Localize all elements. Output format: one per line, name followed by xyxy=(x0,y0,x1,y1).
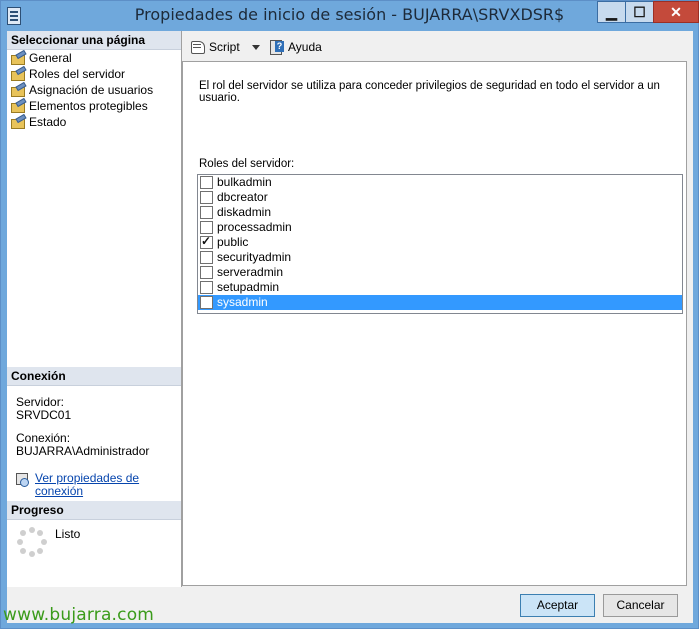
role-label: setupadmin xyxy=(217,280,280,294)
chevron-down-icon[interactable] xyxy=(251,44,260,50)
help-button[interactable]: Ayuda xyxy=(269,39,322,55)
server-value: SRVDC01 xyxy=(16,408,72,422)
minimize-button[interactable]: ▁ xyxy=(597,1,626,23)
script-label: Script xyxy=(209,40,240,54)
select-page-header: Seleccionar una página xyxy=(7,31,181,50)
page-icon xyxy=(11,68,25,81)
toolbar: Script Ayuda xyxy=(182,31,693,61)
role-row-dbcreator[interactable]: dbcreator xyxy=(198,190,682,205)
role-label: sysadmin xyxy=(217,295,268,309)
role-label: processadmin xyxy=(217,220,292,234)
role-checkbox[interactable] xyxy=(200,206,213,219)
role-row-bulkadmin[interactable]: bulkadmin xyxy=(198,175,682,190)
role-row-processadmin[interactable]: processadmin xyxy=(198,220,682,235)
page-icon xyxy=(11,52,25,65)
progress-status: Listo xyxy=(55,527,81,541)
window-title: Propiedades de inicio de sesión - BUJARR… xyxy=(134,5,565,24)
role-checkbox[interactable] xyxy=(200,191,213,204)
role-row-securityadmin[interactable]: securityadmin xyxy=(198,250,682,265)
title-bar[interactable]: Propiedades de inicio de sesión - BUJARR… xyxy=(1,1,699,31)
connection-value: BUJARRA\Administrador xyxy=(16,444,150,458)
server-roles-list[interactable]: bulkadmin dbcreator diskadmin processadm… xyxy=(197,174,683,314)
page-description: El rol del servidor se utiliza para conc… xyxy=(199,80,660,104)
role-checkbox[interactable] xyxy=(200,176,213,189)
role-row-serveradmin[interactable]: serveradmin xyxy=(198,265,682,280)
close-button[interactable]: ✕ xyxy=(653,1,699,23)
sidebar-item-user-mapping[interactable]: Asignación de usuarios xyxy=(7,82,181,98)
progress-header: Progreso xyxy=(7,501,181,520)
sidebar-item-general[interactable]: General xyxy=(7,50,181,66)
view-connection-properties-link[interactable]: Ver propiedades de conexión xyxy=(35,472,145,498)
page-icon xyxy=(11,100,25,113)
role-checkbox-checked[interactable] xyxy=(200,234,213,249)
role-label: public xyxy=(217,235,249,249)
cancel-button[interactable]: Cancelar xyxy=(603,594,678,617)
ok-button[interactable]: Aceptar xyxy=(520,594,595,617)
left-pane: Seleccionar una página General Roles del… xyxy=(7,31,182,587)
role-row-setupadmin[interactable]: setupadmin xyxy=(198,280,682,295)
connection-header: Conexión xyxy=(7,367,181,386)
page-content: El rol del servidor se utiliza para conc… xyxy=(182,61,687,586)
role-row-diskadmin[interactable]: diskadmin xyxy=(198,205,682,220)
help-label: Ayuda xyxy=(288,40,322,54)
progress-section: Progreso Listo xyxy=(7,501,181,557)
role-checkbox[interactable] xyxy=(200,251,213,264)
sidebar-item-securables[interactable]: Elementos protegibles xyxy=(7,98,181,114)
sidebar-item-status[interactable]: Estado xyxy=(7,114,181,130)
role-row-sysadmin[interactable]: sysadmin xyxy=(198,295,682,310)
dialog-window: Propiedades de inicio de sesión - BUJARR… xyxy=(0,0,699,629)
sidebar-item-label: Elementos protegibles xyxy=(29,99,148,113)
role-label: dbcreator xyxy=(217,190,268,204)
progress-spinner-icon xyxy=(17,527,47,557)
sidebar-item-label: Asignación de usuarios xyxy=(29,83,154,97)
sidebar-item-label: Roles del servidor xyxy=(29,67,126,81)
page-icon xyxy=(11,116,25,129)
view-connection-properties[interactable]: Ver propiedades de conexión xyxy=(7,472,181,498)
sidebar-item-label: General xyxy=(29,51,72,65)
help-icon xyxy=(269,40,285,55)
server-roles-label: Roles del servidor: xyxy=(199,158,295,170)
role-checkbox[interactable] xyxy=(200,266,213,279)
sidebar-item-label: Estado xyxy=(29,115,67,129)
role-checkbox[interactable] xyxy=(200,296,213,309)
sidebar-item-server-roles[interactable]: Roles del servidor xyxy=(7,66,181,82)
role-label: serveradmin xyxy=(217,265,284,279)
right-pane: Script Ayuda El rol del servidor se util… xyxy=(182,31,693,587)
role-label: bulkadmin xyxy=(217,175,272,189)
maximize-button[interactable]: ☐ xyxy=(625,1,654,23)
role-row-public[interactable]: public xyxy=(198,234,682,250)
dialog-client: Seleccionar una página General Roles del… xyxy=(7,31,693,623)
role-checkbox[interactable] xyxy=(200,221,213,234)
script-icon xyxy=(190,40,206,54)
script-button[interactable]: Script xyxy=(190,39,260,55)
role-checkbox[interactable] xyxy=(200,281,213,294)
role-label: securityadmin xyxy=(217,250,292,264)
page-icon xyxy=(11,84,25,97)
connection-properties-icon xyxy=(16,472,30,487)
watermark-text: www.bujarra.com xyxy=(3,605,155,625)
role-label: diskadmin xyxy=(217,205,272,219)
connection-section: Conexión Servidor: SRVDC01 Conexión: BUJ… xyxy=(7,367,181,498)
